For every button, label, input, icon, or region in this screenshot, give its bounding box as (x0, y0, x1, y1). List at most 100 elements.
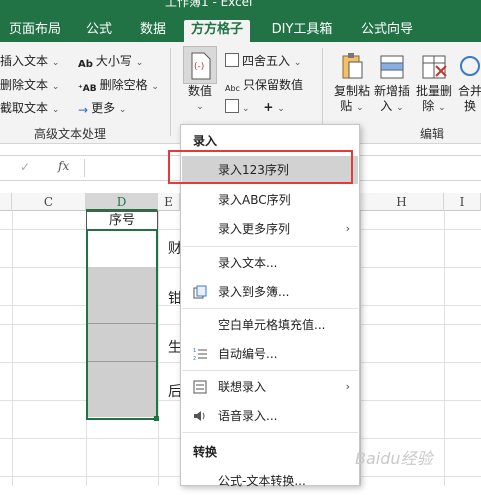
round-icon (225, 53, 239, 67)
numeric-label: 数值 (187, 84, 212, 98)
delete-text-button[interactable]: 删除文本 ⌄ (0, 76, 59, 93)
menu-item-label: 空白单元格填充值... (218, 318, 326, 332)
gridline (88, 323, 156, 324)
new-insert-label: 新增插 (373, 84, 410, 98)
menu-item-fill-blank-cells[interactable]: 空白单元格填充值... (182, 311, 358, 339)
gridline (158, 211, 159, 486)
case-button[interactable]: Ab 大小写 ⌄ (78, 52, 143, 73)
menu-item-auto-numbering[interactable]: 12 自动编号... (182, 340, 358, 368)
check-icon[interactable]: ✓ (20, 160, 30, 174)
section-convert-heading: 转换 (193, 445, 218, 459)
menu-item-input-more-series[interactable]: 录入更多序列 › (182, 215, 358, 243)
menu-separator (182, 308, 358, 309)
column-header-i[interactable]: I (444, 193, 481, 211)
tab-diy-toolbox[interactable]: DIY工具箱 (266, 20, 338, 42)
chevron-down-icon: ⌄ (51, 105, 60, 115)
chevron-down-icon: ⌄ (277, 104, 285, 114)
merge-icon[interactable] (458, 50, 481, 82)
chevron-right-icon: › (345, 380, 350, 393)
edit-group-label: 编辑 (420, 127, 445, 141)
window-title: 工作簿1 - Excel (165, 0, 253, 9)
arrow-right-icon: → (78, 103, 89, 117)
menu-separator (182, 370, 358, 371)
svg-text:2: 2 (193, 356, 196, 361)
chevron-down-icon: ⌄ (196, 102, 204, 112)
title-bar: 工作簿1 - Excel (0, 0, 481, 16)
new-insert-label-2: 入 ⌄ (380, 99, 404, 113)
column-header-d[interactable]: D (86, 193, 158, 211)
selected-range[interactable] (86, 229, 159, 421)
svg-text:1: 1 (193, 348, 196, 354)
divider (84, 159, 85, 177)
menu-item-input-abc-series[interactable]: 录入ABC序列 (182, 186, 358, 214)
chevron-down-icon: ⌄ (135, 58, 144, 68)
tab-formulas[interactable]: 公式 (80, 20, 118, 42)
highlight-box (168, 150, 353, 184)
menu-item-label: 录入ABC序列 (218, 193, 291, 207)
group-divider (170, 48, 171, 136)
tab-data[interactable]: 数据 (134, 20, 172, 42)
batch-delete-icon[interactable] (420, 50, 448, 82)
fill-handle[interactable] (154, 416, 159, 421)
delete-space-icon: ⁺AB (78, 84, 97, 94)
formula-input[interactable] (88, 158, 178, 178)
more-button[interactable]: → 更多 ⌄ (78, 99, 126, 117)
cut-text-button[interactable]: 截取文本 ⌄ (0, 99, 59, 116)
copy-paste-label: 复制粘 (333, 84, 370, 98)
chevron-down-icon: ⌄ (242, 104, 250, 114)
chevron-down-icon: ⌄ (151, 82, 159, 92)
group-divider (322, 48, 323, 136)
cut-text-label: 截取文本 (0, 101, 49, 115)
numbered-list-icon: 12 (193, 348, 207, 361)
tab-fangfang-gezi[interactable]: 方方格子 (184, 20, 250, 42)
menu-item-formula-text-convert[interactable]: 公式-文本转换... (182, 467, 358, 495)
numeric-icon: (-) (191, 52, 211, 80)
multi-book-icon (193, 285, 207, 299)
chevron-down-icon: ⌄ (293, 58, 302, 68)
menu-item-label: 联想录入 (218, 380, 267, 394)
menu-item-input-to-workbooks[interactable]: 录入到多簿... (182, 278, 358, 306)
column-header-c[interactable]: C (12, 193, 86, 211)
numeric-button[interactable]: (-) (183, 46, 217, 84)
menu-item-label: 公式-文本转换... (218, 474, 306, 488)
function-icon[interactable]: fx (58, 159, 69, 173)
plus-icon[interactable]: + (263, 100, 273, 114)
menu-item-input-text[interactable]: 录入文本... (182, 249, 358, 277)
case-label: 大小写 (95, 54, 132, 68)
tab-formula-wizard[interactable]: 公式向导 (356, 20, 418, 42)
watermark: Baidu经验 (355, 449, 433, 468)
abc-icon: Abc (225, 84, 240, 93)
batch-delete-label: 批量删 (415, 84, 452, 98)
insert-text-label: 插入文本 (0, 54, 49, 68)
round-button[interactable]: 四舍五入 ⌄ (225, 52, 301, 69)
keep-numbers-button[interactable]: Abc 只保留数值 (225, 76, 303, 98)
chevron-down-icon: ⌄ (118, 105, 127, 115)
chevron-down-icon: ⌄ (51, 58, 60, 68)
menu-item-voice-input[interactable]: 语音录入... (182, 402, 358, 430)
delete-space-button[interactable]: ⁺AB 删除空格 ⌄ (78, 76, 159, 98)
insert-text-button[interactable]: 插入文本 ⌄ (0, 52, 59, 69)
merge-label: 合并 (457, 84, 481, 98)
menu-item-label: 录入到多簿... (218, 285, 290, 299)
menu-item-associative-input[interactable]: 联想录入 › (182, 373, 358, 401)
list-box-icon (193, 380, 207, 394)
new-insert-icon[interactable] (378, 50, 406, 82)
column-header-h[interactable]: H (360, 193, 444, 211)
tab-page-layout[interactable]: 页面布局 (4, 20, 66, 42)
round-label: 四舍五入 (242, 54, 291, 68)
text-group-label: 高级文本处理 (34, 127, 107, 141)
number-format-button[interactable]: ⌄ + ⌄ (225, 99, 285, 114)
ribbon-tab-bar: 页面布局 公式 数据 方方格子 DIY工具箱 公式向导 (0, 16, 481, 42)
column-header-b[interactable] (0, 193, 12, 211)
gridline (444, 211, 445, 486)
menu-item-label: 语音录入... (218, 409, 278, 423)
column-header-e[interactable]: E (158, 193, 180, 211)
menu-item-label: 录入更多序列 (218, 222, 291, 236)
menu-separator (182, 432, 358, 433)
section-input-heading: 录入 (193, 134, 218, 148)
copy-paste-icon[interactable] (338, 50, 366, 82)
batch-delete-label-2: 除 ⌄ (422, 99, 446, 113)
chevron-down-icon: ⌄ (51, 82, 60, 92)
cell-d-header[interactable]: 序号 (86, 211, 158, 230)
chevron-right-icon: › (345, 222, 350, 235)
